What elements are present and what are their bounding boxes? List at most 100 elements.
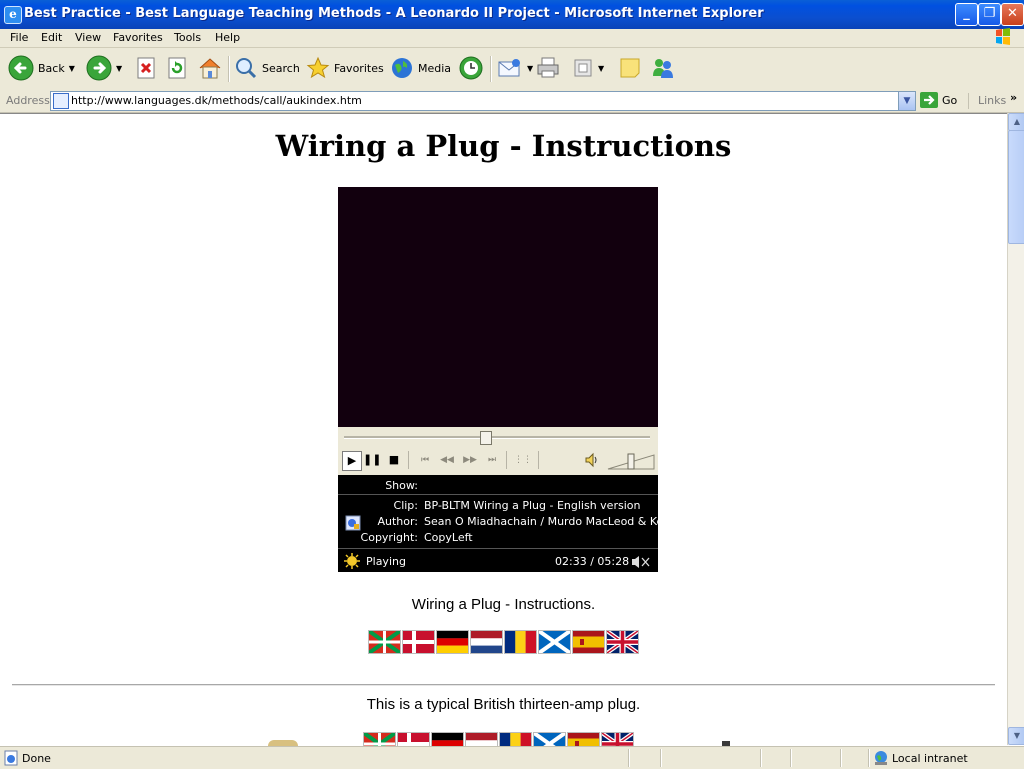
status-divider xyxy=(628,749,630,767)
horizontal-rule xyxy=(12,684,995,686)
rewind-icon[interactable]: ◀◀ xyxy=(438,451,456,469)
refresh-button[interactable] xyxy=(166,54,188,82)
home-icon xyxy=(199,58,221,79)
chevron-right-icon[interactable]: » xyxy=(1010,91,1017,104)
media-button[interactable]: Media xyxy=(390,54,451,82)
address-label: Address xyxy=(6,94,50,107)
copyright-value: CopyLeft xyxy=(424,531,473,544)
status-divider xyxy=(868,749,870,767)
union-jack-flag[interactable] xyxy=(602,733,633,746)
pause-button[interactable]: ❚❚ xyxy=(363,451,381,469)
minimize-button[interactable]: _ xyxy=(955,3,978,26)
status-divider xyxy=(790,749,792,767)
toolbar-separator xyxy=(968,93,969,109)
home-button[interactable] xyxy=(197,54,223,82)
skip-forward-icon[interactable]: ⏭ xyxy=(483,451,501,469)
danish-flag[interactable] xyxy=(403,631,434,653)
links-label[interactable]: Links xyxy=(978,94,1006,107)
toolbar: Back ▼ ▼ Search Favorites Media ▼ ▼ xyxy=(0,48,1024,91)
scroll-down-button[interactable]: ▼ xyxy=(1008,727,1024,745)
stop-icon xyxy=(137,57,155,79)
menu-tools[interactable]: Tools xyxy=(174,31,201,44)
back-label: Back xyxy=(38,61,65,75)
back-button[interactable]: Back ▼ xyxy=(8,54,75,82)
search-label: Search xyxy=(262,61,300,75)
basque-flag[interactable] xyxy=(364,733,395,746)
chevron-down-icon[interactable]: ▼ xyxy=(598,64,604,73)
print-button[interactable] xyxy=(536,54,560,82)
scottish-flag[interactable] xyxy=(534,733,565,746)
address-input[interactable]: http://www.languages.dk/methods/call/auk… xyxy=(50,91,916,111)
forward-button[interactable]: ▼ xyxy=(86,54,122,82)
media-globe-icon xyxy=(392,58,412,78)
video-display[interactable] xyxy=(338,187,658,427)
toolbar-separator xyxy=(228,56,230,82)
history-button[interactable] xyxy=(458,54,484,82)
status-divider xyxy=(660,749,662,767)
volume-slider[interactable] xyxy=(606,451,656,471)
page-done-icon xyxy=(4,750,18,766)
local-intranet-icon xyxy=(875,751,887,765)
danish-flag[interactable] xyxy=(398,733,429,746)
address-bar: Address http://www.languages.dk/methods/… xyxy=(0,90,1024,113)
discuss-button[interactable] xyxy=(618,54,642,82)
stop-button[interactable] xyxy=(135,54,157,82)
scottish-flag[interactable] xyxy=(539,631,570,653)
status-text: Done xyxy=(22,752,51,765)
scroll-up-button[interactable]: ▲ xyxy=(1008,113,1024,131)
edit-button[interactable]: ▼ xyxy=(572,54,604,82)
fast-forward-icon[interactable]: ▶▶ xyxy=(461,451,479,469)
menu-favorites[interactable]: Favorites xyxy=(113,31,163,44)
skip-back-icon[interactable]: ⏮ xyxy=(416,451,434,469)
romanian-flag[interactable] xyxy=(505,631,536,653)
spanish-flag[interactable] xyxy=(568,733,599,746)
menu-edit[interactable]: Edit xyxy=(41,31,62,44)
playing-status-icon xyxy=(344,553,360,569)
playlist-icon[interactable]: ⋮⋮ xyxy=(514,451,532,469)
maximize-button[interactable]: ❐ xyxy=(978,3,1001,26)
seek-track[interactable] xyxy=(344,436,650,439)
scroll-thumb[interactable] xyxy=(1008,130,1024,244)
stop-button[interactable]: ■ xyxy=(385,451,403,469)
player-controls: ▶ ❚❚ ■ ⏮ ◀◀ ▶▶ ⏭ ⋮⋮ xyxy=(338,427,658,475)
go-button[interactable]: Go xyxy=(920,92,957,108)
chevron-down-icon[interactable]: ▼ xyxy=(69,64,75,73)
romanian-flag[interactable] xyxy=(500,733,531,746)
clip-value: BP-BLTM Wiring a Plug - English version xyxy=(424,499,641,512)
play-button[interactable]: ▶ xyxy=(342,451,362,471)
union-jack-flag[interactable] xyxy=(607,631,638,653)
german-flag[interactable] xyxy=(437,631,468,653)
menu-file[interactable]: File xyxy=(10,31,28,44)
chevron-down-icon[interactable]: ▼ xyxy=(898,92,915,110)
address-url[interactable]: http://www.languages.dk/methods/call/auk… xyxy=(71,94,362,107)
chevron-down-icon[interactable]: ▼ xyxy=(116,64,122,73)
mail-button[interactable]: ▼ xyxy=(497,54,533,82)
menu-help[interactable]: Help xyxy=(215,31,240,44)
info-divider xyxy=(338,494,658,495)
forward-arrow-icon xyxy=(86,55,112,81)
messenger-button[interactable] xyxy=(650,54,676,82)
dutch-flag[interactable] xyxy=(471,631,502,653)
vertical-scrollbar[interactable]: ▲ ▼ xyxy=(1007,113,1024,745)
section-caption: This is a typical British thirteen-amp p… xyxy=(366,696,641,713)
go-label: Go xyxy=(942,93,958,107)
close-button[interactable]: ✕ xyxy=(1001,3,1024,26)
refresh-icon xyxy=(168,57,186,79)
german-flag[interactable] xyxy=(432,733,463,746)
speaker-mode-icon[interactable] xyxy=(630,555,652,569)
basque-flag[interactable] xyxy=(369,631,400,653)
edit-page-icon xyxy=(574,59,592,77)
show-label: Show: xyxy=(385,479,418,492)
title-bar: e Best Practice - Best Language Teaching… xyxy=(0,0,1024,29)
security-zone: Local intranet xyxy=(892,752,968,765)
menu-view[interactable]: View xyxy=(75,31,101,44)
dutch-flag[interactable] xyxy=(466,733,497,746)
volume-icon[interactable] xyxy=(584,452,600,468)
search-button[interactable]: Search xyxy=(234,54,300,82)
clip-label: Clip: xyxy=(393,499,418,512)
spanish-flag[interactable] xyxy=(573,631,604,653)
chevron-down-icon[interactable]: ▼ xyxy=(527,64,533,73)
favorites-button[interactable]: Favorites xyxy=(306,54,384,82)
author-value: Sean O Miadhachain / Murdo MacLeod & Ken… xyxy=(424,515,675,528)
seek-thumb[interactable] xyxy=(480,431,492,445)
